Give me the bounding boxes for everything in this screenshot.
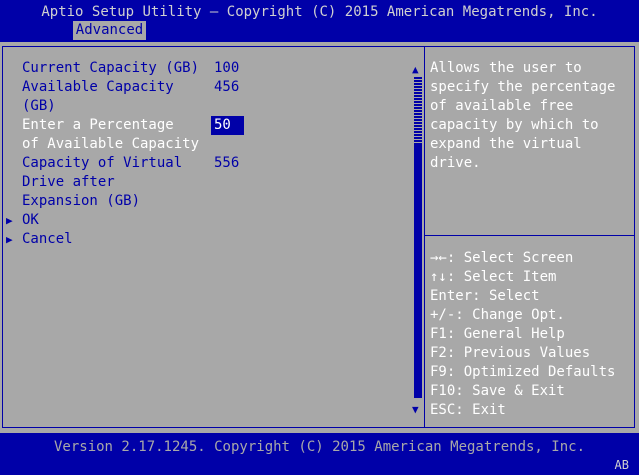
virtual-capacity-label: Capacity of Virtual (22, 155, 183, 171)
footer-bar: Version 2.17.1245. Copyright (C) 2015 Am… (0, 433, 639, 475)
help-line-1: Allows the user to (430, 60, 582, 76)
key-hint-select-screen: →←: Select Screen (430, 250, 574, 266)
title-bar: Aptio Setup Utility – Copyright (C) 2015… (0, 0, 639, 42)
help-line-4: capacity by which to (430, 117, 599, 133)
main-panel: Current Capacity (GB) 100 Available Capa… (0, 42, 639, 433)
percentage-label: Enter a Percentage (22, 117, 174, 133)
tab-advanced[interactable]: Advanced (73, 21, 146, 40)
available-capacity-label-unit: (GB) (22, 98, 56, 114)
footer-badge: AB (614, 458, 629, 472)
virtual-capacity-label-line2: Drive after (22, 174, 115, 190)
percentage-input[interactable]: 50 (211, 116, 244, 135)
help-line-2: specify the percentage (430, 79, 616, 95)
virtual-capacity-value: 556 (214, 155, 240, 171)
key-hint-select-item: ↑↓: Select Item (430, 269, 557, 285)
key-hint-previous-values: F2: Previous Values (430, 345, 591, 361)
current-capacity-value: 100 (214, 60, 240, 76)
cancel-button[interactable]: Cancel (22, 230, 73, 249)
ok-arrow-icon: ▶ (6, 214, 13, 227)
help-line-6: drive. (430, 155, 481, 171)
ok-button[interactable]: OK (22, 211, 39, 230)
percentage-label-line2: of Available Capacity (22, 136, 200, 152)
key-hint-save-exit: F10: Save & Exit (430, 383, 565, 399)
version-text: Version 2.17.1245. Copyright (C) 2015 Am… (53, 439, 585, 455)
scroll-down-icon[interactable]: ▼ (412, 400, 419, 419)
key-hint-enter: Enter: Select (430, 288, 540, 304)
app-title: Aptio Setup Utility – Copyright (C) 2015… (41, 4, 598, 20)
key-hint-change-opt: +/-: Change Opt. (430, 307, 565, 323)
help-line-5: expand the virtual (430, 136, 582, 152)
key-hint-exit: ESC: Exit (430, 402, 506, 418)
scrollbar-thumb[interactable] (414, 76, 422, 144)
key-hint-optimized-defaults: F9: Optimized Defaults (430, 364, 616, 380)
available-capacity-label: Available Capacity (22, 79, 174, 95)
virtual-capacity-label-line3: Expansion (GB) (22, 193, 141, 209)
key-hint-general-help: F1: General Help (430, 326, 565, 342)
help-line-3: of available free (430, 98, 574, 114)
current-capacity-label: Current Capacity (GB) (22, 60, 200, 76)
horizontal-divider (425, 235, 635, 236)
vertical-divider (424, 46, 425, 428)
available-capacity-value: 456 (214, 79, 240, 95)
cancel-arrow-icon: ▶ (6, 233, 13, 246)
